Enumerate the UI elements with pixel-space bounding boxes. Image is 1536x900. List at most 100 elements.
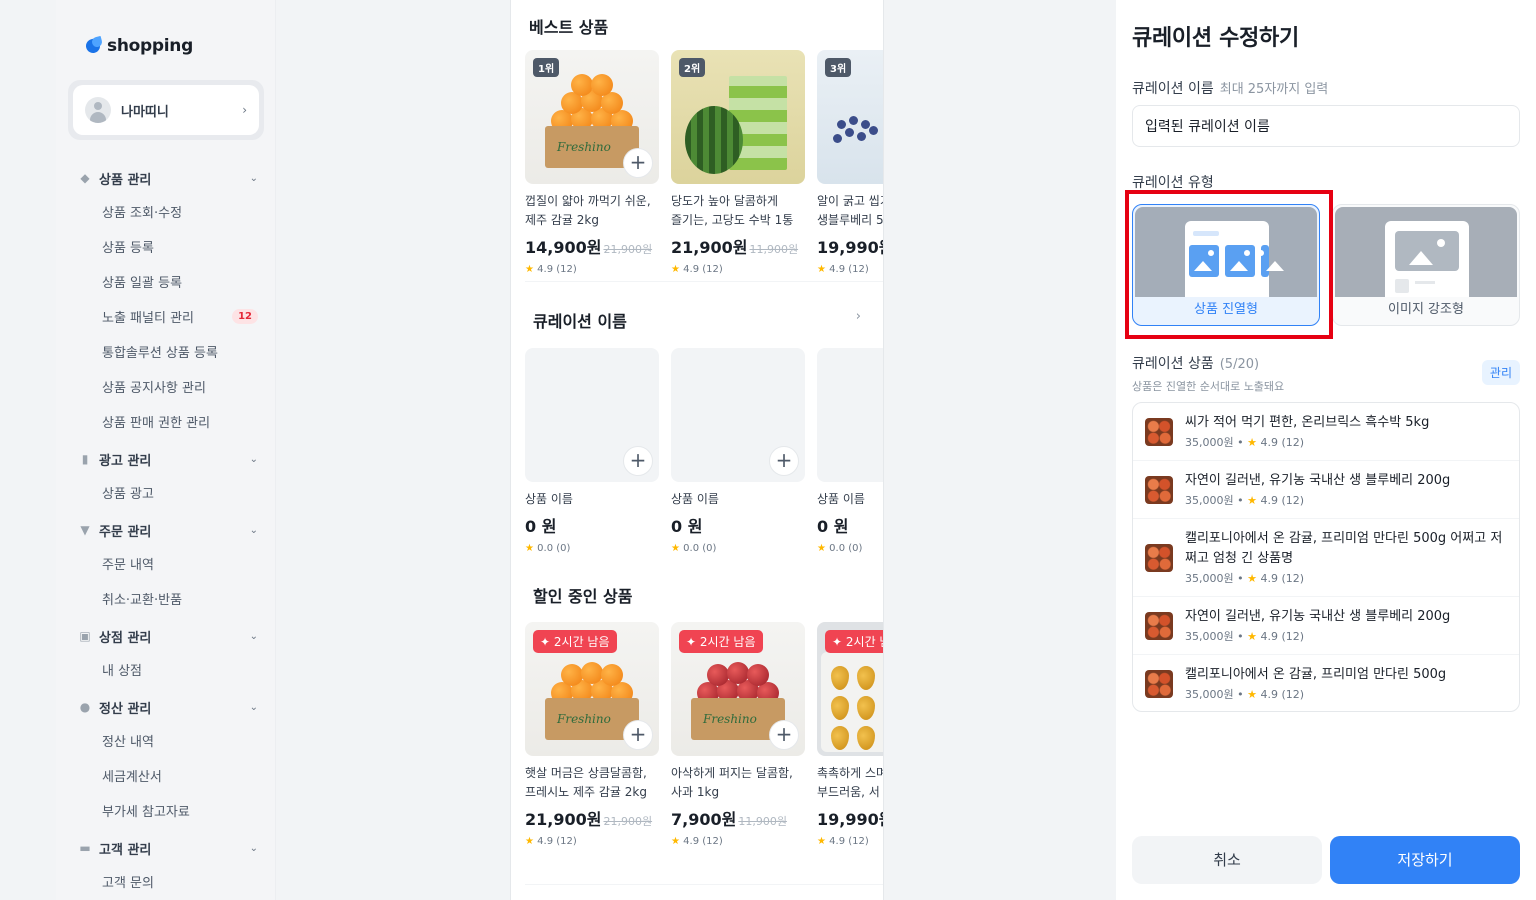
product-name: 햇살 머금은 상큼달콤함, 프레시노 제주 감귤 2kg (525, 766, 647, 799)
product-card[interactable]: 상품 이름 0 원 ★ 0.0 (0) (817, 348, 883, 554)
menu-group-store[interactable]: ▣ 상점 관리 ⌄ (78, 620, 258, 652)
curation-name-input[interactable] (1132, 105, 1520, 147)
chevron-down-icon: ⌄ (249, 630, 258, 642)
list-item-name: 캘리포니아에서 온 감귤, 프리미엄 만다린 500g (1185, 667, 1447, 682)
menu-item[interactable]: 부가세 참고자료 (78, 793, 258, 828)
price-row: 21,900원 21,900원 (525, 810, 653, 829)
list-item-name: 자연이 길러낸, 유기농 국내산 생 블루베리 200g (1185, 609, 1451, 624)
menu-item-label: 세금계산서 (102, 770, 162, 785)
product-image-placeholder: + (671, 348, 805, 482)
type-option-label: 상품 진열형 (1194, 302, 1258, 317)
menu-group-product[interactable]: ◆ 상품 관리 ⌄ (78, 162, 258, 194)
menu-item[interactable]: 상품 등록 (78, 229, 258, 264)
timer-badge: ✦ 2시간 남음 (679, 630, 763, 653)
add-icon[interactable]: + (769, 446, 799, 476)
menu-group-customer[interactable]: ▬ 고객 관리 ⌄ (78, 832, 258, 864)
product-card[interactable]: Freshino ✦ 2시간 남음 + 햇살 머금은 상큼달콤함, 프레시노 제주… (525, 622, 659, 847)
type-option-label: 이미지 강조형 (1388, 302, 1464, 317)
menu-item[interactable]: 상품 일괄 등록 (78, 264, 258, 299)
product-card[interactable]: ✦ 2시간 남음 촉촉하게 스며부드러움, 서 19,990원 ★ 4.9 (1… (817, 622, 884, 847)
logo-icon (86, 37, 104, 55)
save-button[interactable]: 저장하기 (1330, 836, 1520, 884)
menu-item-label: 취소·교환·반품 (102, 593, 183, 608)
chevron-right-icon: › (242, 103, 247, 117)
menu-group-settlement[interactable]: ● 정산 관리 ⌄ (78, 691, 258, 723)
menu-item[interactable]: 상품 광고 (78, 475, 258, 510)
rating: ★ 4.9 (12) (817, 264, 869, 275)
chevron-down-icon: ⌄ (249, 172, 258, 184)
list-item[interactable]: 캘리포니아에서 온 감귤, 프리미엄 만다린 500g 35,000원 • ★ … (1133, 655, 1519, 711)
menu-item[interactable]: 내 상점 (78, 652, 258, 687)
add-icon[interactable]: + (623, 148, 653, 178)
sidebar: shopping 나마띠니 › ◆ 상품 관리 ⌄ 상품 조회·수정 상품 등록… (56, 0, 276, 900)
add-icon[interactable]: + (623, 446, 653, 476)
menu-group-order[interactable]: ▼ 주문 관리 ⌄ (78, 514, 258, 546)
price-row: 7,900원 11,900원 (671, 810, 787, 829)
curation-section-title: 큐레이션 이름 (533, 312, 627, 331)
type-option-image-emphasis[interactable]: 이미지 강조형 (1332, 204, 1520, 326)
product-image: Freshino ✦ 2시간 남음 + (525, 622, 659, 756)
menu-item-label: 상품 판매 권한 관리 (102, 416, 211, 431)
menu-item-label: 통합솔루션 상품 등록 (102, 346, 218, 361)
list-item[interactable]: 자연이 길러낸, 유기농 국내산 생 블루베리 200g 35,000원 • ★… (1133, 461, 1519, 519)
add-icon[interactable]: + (623, 720, 653, 750)
menu-item[interactable]: 주문 내역 (78, 546, 258, 581)
product-name: 촉촉하게 스며 부드러움, 서 (817, 766, 884, 799)
menu-item[interactable]: 상품 판매 권한 관리 (78, 404, 258, 439)
menu-item[interactable]: 상품 공지사항 관리 (78, 369, 258, 404)
product-card[interactable]: 3위 알이 굵고 씹기생블루베리 5 19,990원 ★ 4.9 (12) (817, 50, 883, 275)
menu-item[interactable]: 세금계산서 (78, 758, 258, 793)
rating: ★ 4.9 (12) (525, 264, 577, 275)
best-section-title: 베스트 상품 (529, 18, 609, 37)
product-card[interactable]: + 상품 이름 0 원 ★ 0.0 (0) (525, 348, 659, 554)
menu-item[interactable]: 상품 조회·수정 (78, 194, 258, 229)
store-preview: 베스트 상품 Freshino 1위 + 껍질이 얇아 까먹기 쉬운, 제주 감귤… (510, 0, 884, 900)
product-name: 상품 이름 (817, 492, 865, 506)
products-hint: 상품은 진열한 순서대로 노출돼요 (1132, 380, 1285, 393)
product-card[interactable]: 2위 당도가 높아 달콤하게 즐기는, 고당도 수박 1통 21,900원 11,9… (671, 50, 805, 275)
price-row: 19,990원 (817, 238, 883, 257)
list-item[interactable]: 씨가 적어 먹기 편한, 온리브릭스 흑수박 5kg 35,000원 • ★ 4… (1133, 403, 1519, 461)
rating: ★ 0.0 (0) (525, 543, 571, 554)
menu-item-label: 고객 문의 (102, 876, 154, 891)
name-field-hint: 최대 25자까지 입력 (1219, 82, 1329, 97)
cancel-button[interactable]: 취소 (1132, 836, 1322, 884)
chevron-right-icon[interactable]: › (856, 309, 861, 324)
product-display-preview-icon (1135, 207, 1317, 297)
price-row: 0 원 (525, 517, 557, 536)
rating: ★ 0.0 (0) (817, 543, 863, 554)
profile-button[interactable]: 나마띠니 › (73, 85, 259, 135)
menu-group-ad[interactable]: ▮ 광고 관리 ⌄ (78, 443, 258, 475)
rating: ★ 4.9 (12) (817, 836, 869, 847)
manage-button[interactable]: 관리 (1481, 360, 1520, 385)
product-card[interactable]: Freshino 1위 + 껍질이 얇아 까먹기 쉬운, 제주 감귤 2kg 14… (525, 50, 659, 275)
menu-item-label: 주문 내역 (102, 558, 154, 573)
star-icon: ★ (817, 264, 826, 275)
star-icon: ★ (1247, 572, 1257, 585)
logo[interactable]: shopping (86, 36, 193, 56)
list-item[interactable]: 자연이 길러낸, 유기농 국내산 생 블루베리 200g 35,000원 • ★… (1133, 597, 1519, 655)
menu-group-label: 고객 관리 (99, 842, 152, 858)
curation-product-list: 씨가 적어 먹기 편한, 온리브릭스 흑수박 5kg 35,000원 • ★ 4… (1132, 402, 1520, 712)
menu-item[interactable]: 고객 문의 (78, 864, 258, 899)
curation-editor-panel: 큐레이션 수정하기 큐레이션 이름최대 25자까지 입력 큐레이션 유형 상품 … (1116, 0, 1536, 900)
menu-item[interactable]: 노출 패널티 관리 12 (78, 299, 258, 334)
add-icon[interactable]: + (769, 720, 799, 750)
type-option-product-display[interactable]: 상품 진열형 (1132, 204, 1320, 326)
menu-item[interactable]: 통합솔루션 상품 등록 (78, 334, 258, 369)
sparkle-icon: ✦ (832, 635, 843, 649)
profile-name: 나마띠니 (121, 104, 169, 120)
product-name: 상품 이름 (671, 492, 719, 506)
menu-item-label: 부가세 참고자료 (102, 805, 190, 820)
product-card[interactable]: + 상품 이름 0 원 ★ 0.0 (0) (671, 348, 805, 554)
product-name: 상품 이름 (525, 492, 573, 506)
menu-group-label: 광고 관리 (99, 453, 152, 469)
chevron-down-icon: ⌄ (249, 453, 258, 465)
product-card[interactable]: Freshino ✦ 2시간 남음 + 아삭하게 퍼지는 달콤함, 사과 1kg … (671, 622, 805, 847)
menu-item[interactable]: 정산 내역 (78, 723, 258, 758)
menu-item-label: 상품 등록 (102, 241, 154, 256)
list-item[interactable]: 캘리포니아에서 온 감귤, 프리미엄 만다린 500g 어쩌고 저쩌고 엄청 긴… (1133, 519, 1519, 597)
image-emphasis-preview-icon (1335, 207, 1517, 297)
tag-icon: ◆ (80, 171, 90, 185)
menu-item[interactable]: 취소·교환·반품 (78, 581, 258, 616)
